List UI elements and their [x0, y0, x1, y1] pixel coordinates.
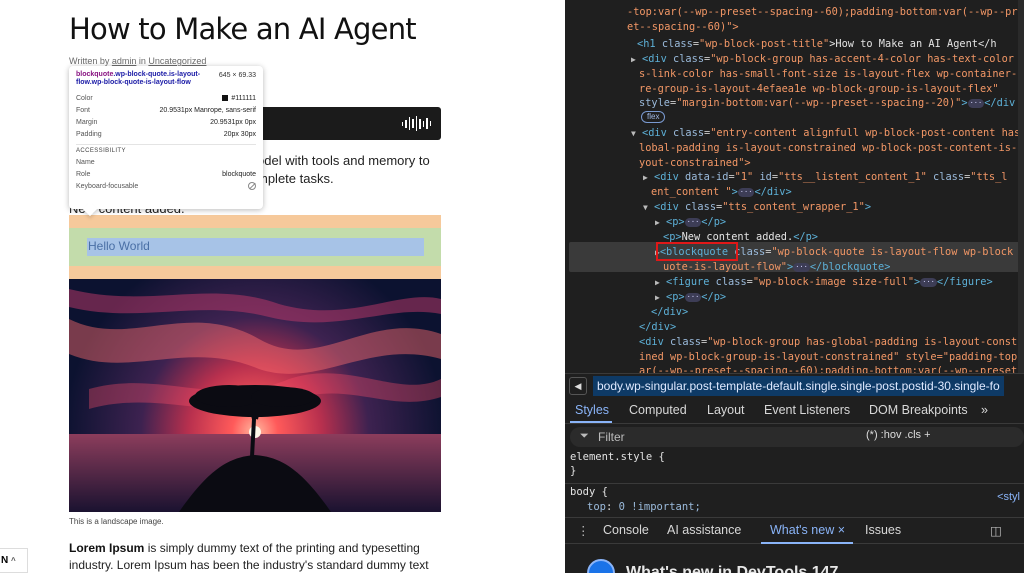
dom-node-p[interactable]: ▶ <p> ··· </p> [655, 215, 726, 230]
tooltip-row-font: Font 20.9531px Manrope, sans-serif [76, 106, 256, 114]
style-declaration[interactable]: top: 0 !important; [587, 500, 701, 515]
waveform-icon [401, 116, 431, 131]
drawer-menu-icon[interactable]: ⋮ [577, 523, 590, 538]
dom-node-h1[interactable]: <h1 class="wp-block-post-title">How to M… [637, 37, 997, 52]
more-tabs-icon[interactable]: » [981, 403, 988, 417]
dom-node-entry-content[interactable]: ▼ <div class="entry-content alignfull wp… [631, 126, 1020, 141]
tab-event-listeners[interactable]: Event Listeners [764, 403, 850, 417]
author-link[interactable]: admin [112, 56, 137, 66]
collapse-triangle-icon: ▼ [631, 129, 636, 138]
tooltip-row-margin: Margin 20.9531px 0px [76, 118, 256, 126]
breadcrumb-bar: ◀ body.wp-singular.post-template-default… [565, 373, 1024, 397]
expand-triangle-icon: ▶ [643, 173, 648, 182]
tooltip-row-name: Name [76, 158, 95, 166]
tooltip-row-role: Role blockquote [76, 170, 256, 178]
dom-node-figure[interactable]: ▶ <figure class="wp-block-image size-ful… [655, 275, 993, 290]
collapse-triangle-icon: ▼ [643, 203, 648, 212]
tab-styles[interactable]: Styles [575, 403, 609, 417]
element-style-rule[interactable]: element.style { [570, 450, 665, 465]
not-focusable-icon [248, 182, 256, 190]
tooltip-dimensions: 645 × 69.33 [218, 72, 256, 79]
tab-computed[interactable]: Computed [629, 403, 687, 417]
tab-dom-breakpoints[interactable]: DOM Breakpoints [869, 403, 968, 417]
post-title: How to Make an AI Agent [69, 12, 417, 46]
rule-divider [565, 483, 1024, 484]
intro-line-1: odel with tools and memory to [257, 153, 430, 168]
body-rule[interactable]: body { [570, 485, 608, 500]
byline-prefix: Written by [69, 56, 112, 66]
styles-filter-bar: ⏷ Filter (*) :hov .cls + [570, 427, 1024, 447]
landscape-image [69, 279, 441, 512]
expand-triangle-icon: ▶ [655, 293, 660, 302]
tooltip-tag: blockquote [76, 71, 114, 78]
dom-node-p-2[interactable]: ▶ <p> ··· </p> [655, 290, 726, 305]
style-tools[interactable]: (*) :hov .cls + [866, 429, 931, 441]
styles-tabbar: Styles Computed Layout Event Listeners D… [565, 397, 1024, 424]
elements-tree[interactable]: -top:var(--wp--preset--spacing--60);padd… [565, 0, 1024, 373]
tooltip-selector: blockquote.wp-block-quote.is-layout-flow… [76, 71, 206, 87]
elements-scrollbar[interactable] [1018, 0, 1024, 373]
active-tab-underline [570, 421, 612, 423]
chevron-up-icon: ^ [11, 556, 16, 565]
drawer-tabbar: ⋮ Console AI assistance What's new × Iss… [565, 517, 1024, 544]
stylesheet-link[interactable]: <styl [997, 491, 1020, 503]
expand-triangle-icon: ▶ [655, 218, 660, 227]
dock-side-icon[interactable]: ◫ [990, 523, 1002, 538]
color-value: #111111 [231, 94, 256, 102]
tooltip-row-padding: Padding 20px 30px [76, 130, 256, 138]
dom-node-tts-wrapper[interactable]: ▼ <div class="tts_content_wrapper_1"> [643, 200, 871, 215]
tooltip-row-keyboard: Keyboard-focusable [76, 180, 256, 192]
web-page: How to Make an AI Agent Written by admin… [0, 0, 565, 573]
dom-node-div-group[interactable]: ▶ <div class="wp-block-group has-accent-… [631, 52, 1014, 67]
expand-triangle-icon: ▶ [655, 278, 660, 287]
blockquote-text: Hello World [88, 239, 150, 253]
tab-console[interactable]: Console [603, 523, 649, 537]
language-switcher[interactable]: N ^ [0, 548, 28, 573]
tab-layout[interactable]: Layout [707, 403, 745, 417]
tooltip-row-color: Color #111111 [76, 94, 256, 102]
filter-icon: ⏷ [580, 430, 589, 442]
lorem-paragraph: Lorem Ipsum is simply dummy text of the … [69, 540, 449, 573]
intro-line-2: mplete tasks. [257, 171, 334, 186]
language-code: N [1, 555, 9, 566]
lorem-bold: Lorem Ipsum [69, 541, 145, 555]
intro-paragraph: odel with tools and memory to mplete tas… [257, 152, 447, 188]
expand-triangle-icon: ▶ [631, 55, 636, 64]
accessibility-heading: ACCESSIBILITY [76, 148, 126, 154]
dom-node-global-group[interactable]: <div class="wp-block-group has-global-pa… [639, 335, 1017, 350]
tab-whats-new[interactable]: What's new × [770, 523, 845, 537]
byline-mid: in [136, 56, 149, 66]
color-swatch [222, 95, 229, 101]
flex-badge[interactable]: flex [641, 111, 666, 123]
whats-new-title: What's new in DevTools 147 [626, 564, 839, 573]
inspector-tooltip: blockquote.wp-block-quote.is-layout-flow… [69, 66, 263, 217]
devtools-panel: -top:var(--wp--preset--spacing--60);padd… [565, 0, 1024, 573]
blockquote-highlight-box [656, 242, 738, 261]
dom-node-tts-listen[interactable]: ▶ <div data-id="1" id="tts__listent_cont… [643, 170, 1007, 185]
breadcrumb-scroll-left-button[interactable]: ◀ [569, 377, 587, 395]
whats-new-panel: What's new in DevTools 147 [565, 544, 1024, 573]
breadcrumb-body[interactable]: body.wp-singular.post-template-default.s… [593, 376, 1004, 396]
tab-ai-assistance[interactable]: AI assistance [667, 523, 741, 537]
filter-input[interactable]: Filter [598, 430, 625, 444]
post-byline: Written by admin in Uncategorized [69, 56, 206, 66]
tab-issues[interactable]: Issues [865, 523, 901, 537]
tooltip-divider [76, 144, 256, 145]
category-link[interactable]: Uncategorized [148, 56, 206, 66]
devtools-logo-icon [587, 559, 615, 573]
image-caption: This is a landscape image. [69, 517, 164, 526]
